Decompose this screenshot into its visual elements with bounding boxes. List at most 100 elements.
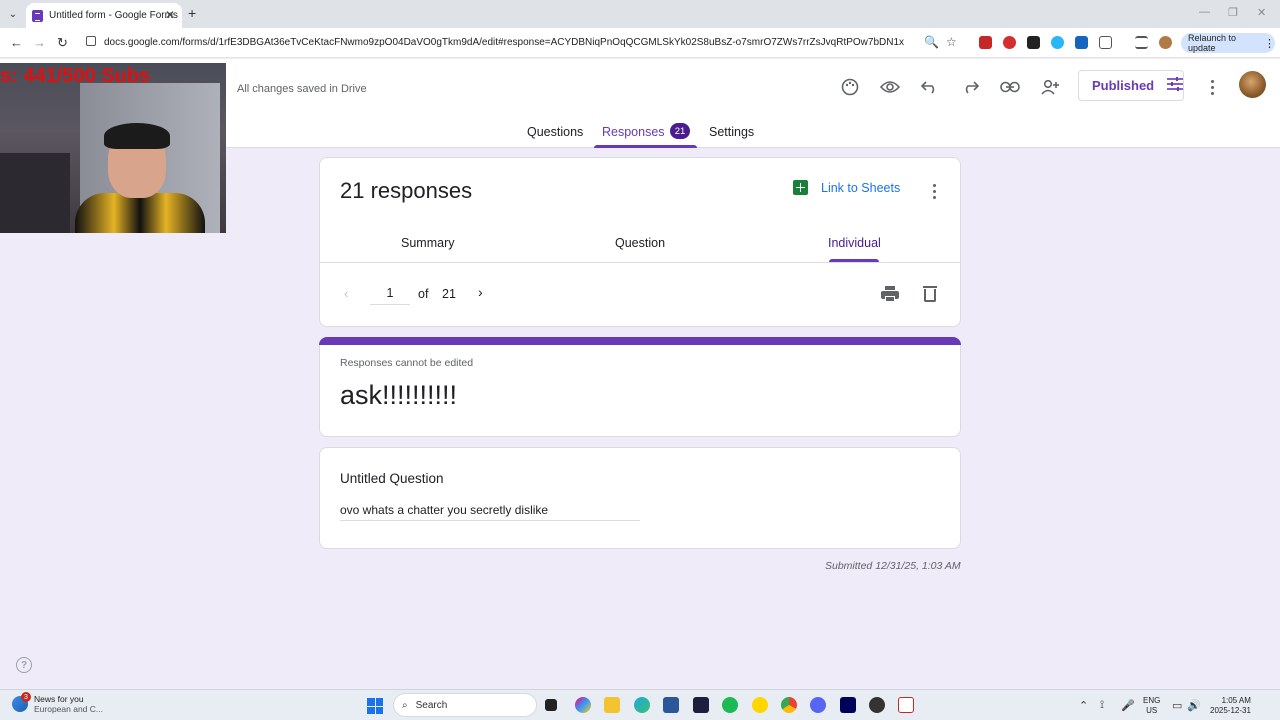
webcam-shelf bbox=[0, 153, 70, 233]
subtab-question[interactable]: Question bbox=[615, 236, 665, 250]
extension-icon[interactable] bbox=[979, 36, 992, 49]
obs-icon[interactable] bbox=[869, 697, 885, 713]
forward-icon[interactable]: → bbox=[33, 35, 46, 50]
windows-taskbar: 3 News for you European and C... ⌕ Searc… bbox=[0, 689, 1280, 720]
form-title-card: Responses cannot be edited ask!!!!!!!!!! bbox=[319, 337, 961, 437]
zoom-icon[interactable]: 🔍 bbox=[924, 35, 939, 49]
published-label: Published bbox=[1092, 78, 1155, 93]
windows-start-icon[interactable] bbox=[367, 698, 383, 714]
customize-theme-palette-icon[interactable] bbox=[838, 75, 862, 99]
browser-tab-active[interactable]: Untitled form - Google Forms ✕ bbox=[26, 3, 182, 28]
undo-icon[interactable] bbox=[918, 75, 942, 99]
chrome-icon[interactable] bbox=[781, 697, 797, 713]
app-icon[interactable] bbox=[752, 697, 768, 713]
tab-settings[interactable]: Settings bbox=[709, 125, 754, 139]
tab-questions[interactable]: Questions bbox=[527, 125, 583, 139]
system-clock[interactable]: 1:05 AM 2025-12-31 bbox=[1210, 696, 1251, 716]
browser-toolbar: ← → ↻ docs.google.com/forms/d/1rfE3DBGAt… bbox=[0, 28, 1280, 58]
news-badge: 3 bbox=[21, 692, 31, 702]
news-widget[interactable]: 3 News for you European and C... bbox=[12, 692, 103, 714]
notepad-icon[interactable] bbox=[663, 697, 679, 713]
url-text[interactable]: docs.google.com/forms/d/1rfE3DBGAt36eTvC… bbox=[104, 37, 904, 48]
network-icon[interactable]: ⟟ bbox=[1100, 699, 1104, 712]
delete-response-trash-icon[interactable] bbox=[923, 285, 937, 302]
webcam-person-cap bbox=[104, 123, 170, 149]
account-avatar[interactable] bbox=[1239, 71, 1266, 98]
close-window-icon[interactable]: ✕ bbox=[1257, 6, 1266, 19]
active-tab-indicator bbox=[594, 145, 697, 148]
extension-icon[interactable] bbox=[1075, 36, 1088, 49]
language-indicator[interactable]: ENG US bbox=[1143, 696, 1160, 716]
reload-icon[interactable]: ↻ bbox=[57, 35, 68, 51]
bookmark-star-icon[interactable]: ☆ bbox=[946, 35, 957, 49]
premiere-icon[interactable] bbox=[840, 697, 856, 713]
link-to-sheets-label: Link to Sheets bbox=[821, 180, 901, 195]
extension-icon[interactable] bbox=[1027, 36, 1040, 49]
google-forms-favicon-icon bbox=[32, 9, 43, 22]
language-code: ENG bbox=[1143, 696, 1161, 705]
relaunch-to-update-button[interactable]: Relaunch to update ⋮ bbox=[1181, 33, 1275, 53]
tab-list-button[interactable]: ⌄ bbox=[4, 5, 22, 23]
file-explorer-icon[interactable] bbox=[604, 697, 620, 713]
question-card: Untitled Question ovo whats a chatter yo… bbox=[319, 447, 961, 549]
saved-status: All changes saved in Drive bbox=[237, 83, 367, 95]
browser-menu-icon[interactable]: ⋮ bbox=[1264, 37, 1275, 50]
new-tab-button[interactable]: + bbox=[188, 5, 196, 21]
responses-count-title: 21 responses bbox=[340, 178, 473, 203]
title-card-accent-bar bbox=[319, 337, 961, 345]
spotify-icon[interactable] bbox=[722, 697, 738, 713]
app-icon[interactable] bbox=[693, 697, 709, 713]
preview-eye-icon[interactable] bbox=[878, 75, 902, 99]
news-text: News for you European and C... bbox=[34, 694, 103, 714]
profile-avatar-icon[interactable] bbox=[1159, 36, 1172, 49]
restore-window-icon[interactable]: ❐ bbox=[1228, 6, 1238, 19]
snipping-tool-icon[interactable] bbox=[898, 697, 914, 713]
extensions-puzzle-icon[interactable] bbox=[1099, 36, 1112, 49]
tab-close-icon[interactable]: ✕ bbox=[165, 8, 175, 22]
question-title: Untitled Question bbox=[340, 471, 444, 486]
print-icon[interactable] bbox=[881, 286, 899, 302]
taskbar-search-box[interactable]: ⌕ Search bbox=[393, 693, 537, 717]
edge-icon[interactable] bbox=[634, 697, 650, 713]
redo-icon[interactable] bbox=[958, 75, 982, 99]
show-hidden-icons-chevron-icon[interactable]: ⌃ bbox=[1079, 699, 1088, 712]
region-code: US bbox=[1146, 706, 1158, 715]
extension-icon[interactable] bbox=[1051, 36, 1064, 49]
previous-response-icon[interactable]: ‹ bbox=[344, 286, 348, 301]
responses-more-options-icon[interactable] bbox=[929, 182, 939, 200]
display-icon[interactable]: ▭ bbox=[1172, 699, 1182, 712]
subtab-individual[interactable]: Individual bbox=[828, 236, 881, 250]
site-info-icon[interactable] bbox=[86, 36, 96, 46]
volume-icon[interactable]: 🔊 bbox=[1187, 699, 1201, 712]
link-to-sheets-button[interactable]: Link to Sheets bbox=[793, 180, 900, 195]
google-sheets-icon bbox=[793, 180, 808, 195]
copilot-icon[interactable] bbox=[575, 697, 591, 713]
minimize-window-icon[interactable]: — bbox=[1199, 6, 1210, 18]
task-view-icon[interactable] bbox=[545, 699, 557, 711]
help-icon[interactable]: ? bbox=[16, 657, 32, 673]
add-collaborator-icon[interactable] bbox=[1038, 75, 1062, 99]
relaunch-label: Relaunch to update bbox=[1188, 33, 1237, 53]
copy-link-icon[interactable] bbox=[998, 75, 1022, 99]
back-icon[interactable]: ← bbox=[10, 35, 23, 50]
pager-of-label: of bbox=[418, 287, 429, 301]
news-subtitle: European and C... bbox=[34, 704, 103, 714]
tab-responses[interactable]: Responses bbox=[602, 125, 665, 139]
discord-icon[interactable] bbox=[810, 697, 826, 713]
more-options-icon[interactable] bbox=[1204, 75, 1220, 99]
browser-tab-strip: ⌄ Untitled form - Google Forms ✕ + — ❐ ✕ bbox=[0, 0, 1280, 28]
question-answer: ovo whats a chatter you secretly dislike bbox=[340, 503, 640, 521]
microphone-icon[interactable]: 🎤 bbox=[1121, 699, 1135, 712]
next-response-icon[interactable]: › bbox=[478, 284, 483, 300]
news-weather-icon: 3 bbox=[12, 692, 31, 712]
responses-count-badge: 21 bbox=[670, 123, 690, 139]
clock-time: 1:05 AM bbox=[1221, 696, 1251, 705]
webcam-person-jersey bbox=[75, 193, 205, 233]
reading-list-icon[interactable] bbox=[1135, 36, 1148, 49]
response-number-input[interactable]: 1 bbox=[370, 286, 410, 305]
subtab-summary[interactable]: Summary bbox=[401, 236, 454, 250]
published-button[interactable]: Published bbox=[1078, 70, 1184, 101]
card-divider bbox=[320, 262, 960, 263]
extension-icon[interactable] bbox=[1003, 36, 1016, 49]
webcam-overlay: s: 441/500 Subs bbox=[0, 63, 226, 233]
